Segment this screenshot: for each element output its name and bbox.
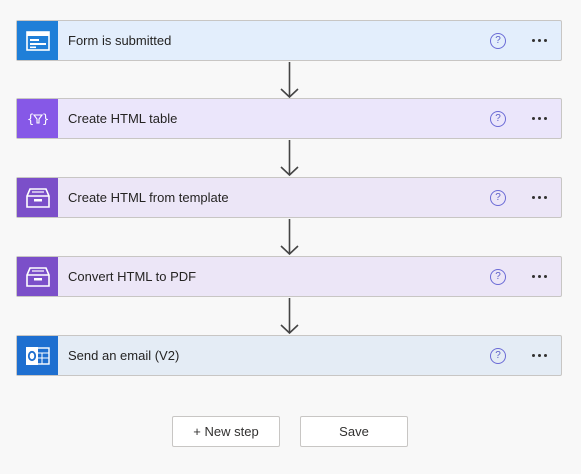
forms-icon [17,21,58,60]
svg-text:{: { [27,112,34,126]
help-icon[interactable]: ? [490,189,506,206]
save-button[interactable]: Save [300,416,408,447]
help-icon[interactable]: ? [490,110,506,127]
step-create-html-from-template[interactable]: Create HTML from template ? [16,177,562,218]
connector-arrow [280,62,299,99]
help-icon[interactable]: ? [490,347,506,364]
archive-box-icon [17,257,58,296]
more-options-icon[interactable] [528,350,551,361]
step-title: Send an email (V2) [68,348,180,363]
new-step-button[interactable]: + New step [172,416,280,447]
step-form-submitted[interactable]: Form is submitted ? [16,20,562,61]
help-icon[interactable]: ? [490,268,506,285]
step-title: Form is submitted [68,33,172,48]
help-icon[interactable]: ? [490,32,506,49]
step-title: Create HTML from template [68,190,229,205]
flow-canvas: Form is submitted ? { } Create HTML tabl… [0,0,581,474]
outlook-icon [17,336,58,375]
svg-text:}: } [42,112,49,126]
archive-box-icon [17,178,58,217]
step-title: Create HTML table [68,111,178,126]
step-send-email[interactable]: Send an email (V2) ? [16,335,562,376]
step-convert-html-to-pdf[interactable]: Convert HTML to PDF ? [16,256,562,297]
step-create-html-table[interactable]: { } Create HTML table ? [16,98,562,139]
connector-arrow [280,140,299,177]
more-options-icon[interactable] [528,271,551,282]
connector-arrow [280,219,299,256]
html-table-icon: { } [17,99,58,138]
more-options-icon[interactable] [528,35,551,46]
more-options-icon[interactable] [528,113,551,124]
more-options-icon[interactable] [528,192,551,203]
step-title: Convert HTML to PDF [68,269,197,284]
connector-arrow [280,298,299,335]
